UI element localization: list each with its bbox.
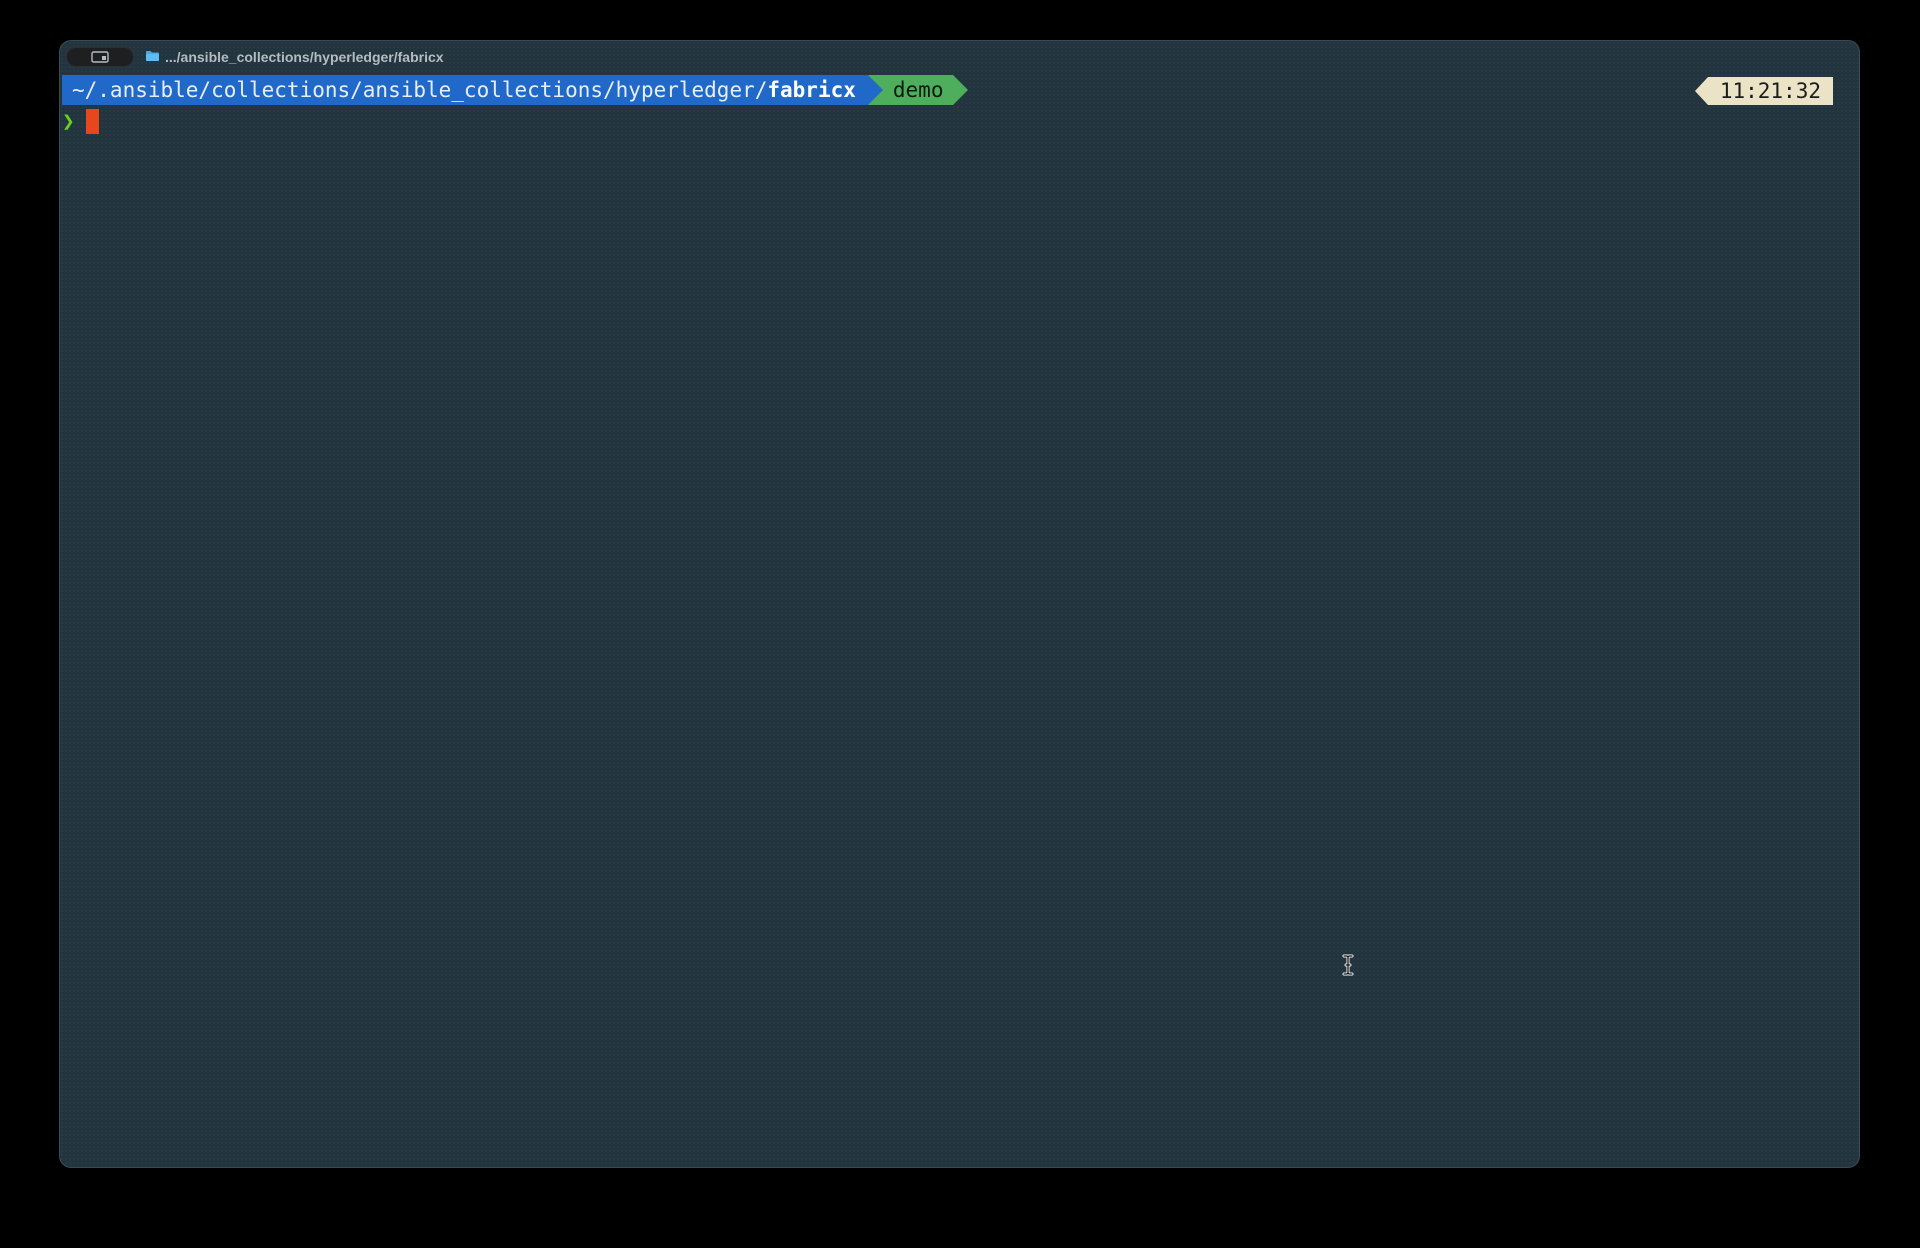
tab-overview-icon [91, 51, 109, 63]
prompt-current-dir: fabricx [767, 78, 856, 102]
prompt-time: 11:21:32 [1707, 77, 1833, 105]
titlebar: .../ansible_collections/hyperledger/fabr… [60, 41, 1859, 71]
tab-title[interactable]: .../ansible_collections/hyperledger/fabr… [145, 48, 444, 66]
prompt-time-segment: 11:21:32 [1694, 77, 1833, 105]
folder-icon [145, 49, 160, 65]
prompt-branch-segment: demo [882, 75, 954, 105]
terminal-window[interactable]: .../ansible_collections/hyperledger/fabr… [59, 40, 1860, 1168]
text-cursor [86, 108, 99, 134]
powerline-separator-end [953, 75, 969, 105]
tab-overview-button[interactable] [66, 47, 134, 67]
mouse-ibeam-cursor-icon [1341, 954, 1355, 976]
command-input-line[interactable]: ❯ [62, 107, 99, 135]
prompt-chevron: ❯ [62, 109, 75, 133]
tab-title-text: .../ansible_collections/hyperledger/fabr… [165, 49, 444, 65]
prompt-path-segment: ~/.ansible/collections/ansible_collectio… [62, 75, 868, 105]
powerline-separator-time [1694, 77, 1708, 105]
powerline-separator [867, 75, 883, 105]
prompt-path-prefix: ~/.ansible/collections/ansible_collectio… [72, 78, 768, 102]
prompt-segments: ~/.ansible/collections/ansible_collectio… [62, 75, 969, 105]
